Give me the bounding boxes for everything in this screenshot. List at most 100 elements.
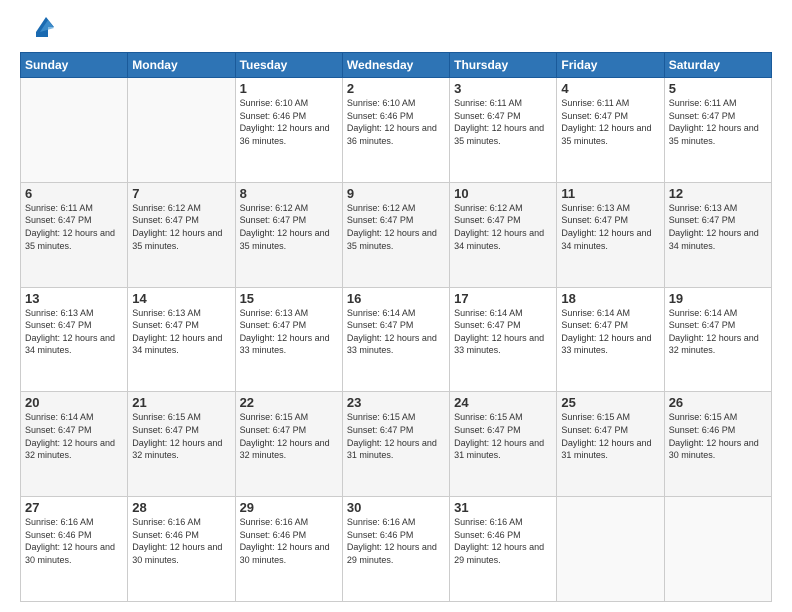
sunset-text: Sunset: 6:46 PM	[347, 110, 445, 123]
sunrise-text: Sunrise: 6:11 AM	[669, 97, 767, 110]
day-info: Sunrise: 6:14 AMSunset: 6:47 PMDaylight:…	[454, 307, 552, 357]
day-number: 8	[240, 186, 338, 201]
sunrise-text: Sunrise: 6:12 AM	[240, 202, 338, 215]
calendar-week-row: 27Sunrise: 6:16 AMSunset: 6:46 PMDayligh…	[21, 497, 772, 602]
calendar-cell: 7Sunrise: 6:12 AMSunset: 6:47 PMDaylight…	[128, 182, 235, 287]
day-number: 28	[132, 500, 230, 515]
sunset-text: Sunset: 6:47 PM	[240, 319, 338, 332]
calendar-cell: 6Sunrise: 6:11 AMSunset: 6:47 PMDaylight…	[21, 182, 128, 287]
day-number: 16	[347, 291, 445, 306]
sunset-text: Sunset: 6:47 PM	[240, 214, 338, 227]
daylight-text: Daylight: 12 hours and 33 minutes.	[561, 332, 659, 357]
calendar-cell: 20Sunrise: 6:14 AMSunset: 6:47 PMDayligh…	[21, 392, 128, 497]
calendar-cell: 2Sunrise: 6:10 AMSunset: 6:46 PMDaylight…	[342, 78, 449, 183]
calendar-cell: 4Sunrise: 6:11 AMSunset: 6:47 PMDaylight…	[557, 78, 664, 183]
day-info: Sunrise: 6:13 AMSunset: 6:47 PMDaylight:…	[669, 202, 767, 252]
daylight-text: Daylight: 12 hours and 30 minutes.	[669, 437, 767, 462]
day-info: Sunrise: 6:15 AMSunset: 6:47 PMDaylight:…	[454, 411, 552, 461]
day-number: 10	[454, 186, 552, 201]
sunrise-text: Sunrise: 6:14 AM	[454, 307, 552, 320]
day-number: 24	[454, 395, 552, 410]
calendar-day-header: Sunday	[21, 53, 128, 78]
day-info: Sunrise: 6:13 AMSunset: 6:47 PMDaylight:…	[132, 307, 230, 357]
daylight-text: Daylight: 12 hours and 33 minutes.	[347, 332, 445, 357]
daylight-text: Daylight: 12 hours and 32 minutes.	[132, 437, 230, 462]
day-info: Sunrise: 6:12 AMSunset: 6:47 PMDaylight:…	[132, 202, 230, 252]
sunset-text: Sunset: 6:47 PM	[25, 319, 123, 332]
daylight-text: Daylight: 12 hours and 35 minutes.	[347, 227, 445, 252]
day-info: Sunrise: 6:12 AMSunset: 6:47 PMDaylight:…	[347, 202, 445, 252]
calendar-week-row: 20Sunrise: 6:14 AMSunset: 6:47 PMDayligh…	[21, 392, 772, 497]
sunset-text: Sunset: 6:47 PM	[561, 214, 659, 227]
day-info: Sunrise: 6:11 AMSunset: 6:47 PMDaylight:…	[454, 97, 552, 147]
day-number: 1	[240, 81, 338, 96]
calendar-cell: 10Sunrise: 6:12 AMSunset: 6:47 PMDayligh…	[450, 182, 557, 287]
sunrise-text: Sunrise: 6:13 AM	[561, 202, 659, 215]
day-info: Sunrise: 6:15 AMSunset: 6:47 PMDaylight:…	[561, 411, 659, 461]
calendar-table: SundayMondayTuesdayWednesdayThursdayFrid…	[20, 52, 772, 602]
day-number: 2	[347, 81, 445, 96]
calendar-cell: 19Sunrise: 6:14 AMSunset: 6:47 PMDayligh…	[664, 287, 771, 392]
sunset-text: Sunset: 6:47 PM	[132, 319, 230, 332]
day-info: Sunrise: 6:12 AMSunset: 6:47 PMDaylight:…	[454, 202, 552, 252]
sunset-text: Sunset: 6:47 PM	[25, 214, 123, 227]
daylight-text: Daylight: 12 hours and 33 minutes.	[240, 332, 338, 357]
sunrise-text: Sunrise: 6:16 AM	[347, 516, 445, 529]
sunrise-text: Sunrise: 6:11 AM	[454, 97, 552, 110]
calendar-cell: 15Sunrise: 6:13 AMSunset: 6:47 PMDayligh…	[235, 287, 342, 392]
day-info: Sunrise: 6:16 AMSunset: 6:46 PMDaylight:…	[25, 516, 123, 566]
day-number: 15	[240, 291, 338, 306]
day-info: Sunrise: 6:13 AMSunset: 6:47 PMDaylight:…	[240, 307, 338, 357]
daylight-text: Daylight: 12 hours and 33 minutes.	[454, 332, 552, 357]
daylight-text: Daylight: 12 hours and 34 minutes.	[25, 332, 123, 357]
daylight-text: Daylight: 12 hours and 32 minutes.	[669, 332, 767, 357]
daylight-text: Daylight: 12 hours and 31 minutes.	[347, 437, 445, 462]
day-number: 22	[240, 395, 338, 410]
day-number: 25	[561, 395, 659, 410]
calendar-cell	[664, 497, 771, 602]
sunrise-text: Sunrise: 6:14 AM	[25, 411, 123, 424]
daylight-text: Daylight: 12 hours and 34 minutes.	[561, 227, 659, 252]
calendar-cell: 1Sunrise: 6:10 AMSunset: 6:46 PMDaylight…	[235, 78, 342, 183]
day-number: 29	[240, 500, 338, 515]
calendar-cell: 11Sunrise: 6:13 AMSunset: 6:47 PMDayligh…	[557, 182, 664, 287]
calendar-cell: 28Sunrise: 6:16 AMSunset: 6:46 PMDayligh…	[128, 497, 235, 602]
calendar-cell: 17Sunrise: 6:14 AMSunset: 6:47 PMDayligh…	[450, 287, 557, 392]
calendar-cell	[557, 497, 664, 602]
sunset-text: Sunset: 6:47 PM	[347, 424, 445, 437]
logo-icon	[26, 12, 56, 42]
day-info: Sunrise: 6:11 AMSunset: 6:47 PMDaylight:…	[669, 97, 767, 147]
sunset-text: Sunset: 6:47 PM	[669, 319, 767, 332]
day-number: 21	[132, 395, 230, 410]
day-number: 30	[347, 500, 445, 515]
sunrise-text: Sunrise: 6:15 AM	[454, 411, 552, 424]
day-number: 27	[25, 500, 123, 515]
calendar-cell: 18Sunrise: 6:14 AMSunset: 6:47 PMDayligh…	[557, 287, 664, 392]
calendar-cell: 3Sunrise: 6:11 AMSunset: 6:47 PMDaylight…	[450, 78, 557, 183]
calendar-day-header: Monday	[128, 53, 235, 78]
sunrise-text: Sunrise: 6:13 AM	[240, 307, 338, 320]
day-info: Sunrise: 6:11 AMSunset: 6:47 PMDaylight:…	[25, 202, 123, 252]
header	[20, 16, 772, 42]
sunset-text: Sunset: 6:47 PM	[561, 110, 659, 123]
daylight-text: Daylight: 12 hours and 35 minutes.	[240, 227, 338, 252]
sunset-text: Sunset: 6:46 PM	[347, 529, 445, 542]
calendar-cell: 13Sunrise: 6:13 AMSunset: 6:47 PMDayligh…	[21, 287, 128, 392]
daylight-text: Daylight: 12 hours and 30 minutes.	[240, 541, 338, 566]
daylight-text: Daylight: 12 hours and 35 minutes.	[454, 122, 552, 147]
sunrise-text: Sunrise: 6:12 AM	[347, 202, 445, 215]
calendar-cell: 8Sunrise: 6:12 AMSunset: 6:47 PMDaylight…	[235, 182, 342, 287]
day-info: Sunrise: 6:16 AMSunset: 6:46 PMDaylight:…	[240, 516, 338, 566]
calendar-cell: 26Sunrise: 6:15 AMSunset: 6:46 PMDayligh…	[664, 392, 771, 497]
day-number: 23	[347, 395, 445, 410]
sunrise-text: Sunrise: 6:13 AM	[669, 202, 767, 215]
sunset-text: Sunset: 6:46 PM	[669, 424, 767, 437]
calendar-cell	[128, 78, 235, 183]
day-info: Sunrise: 6:10 AMSunset: 6:46 PMDaylight:…	[347, 97, 445, 147]
sunrise-text: Sunrise: 6:15 AM	[669, 411, 767, 424]
day-info: Sunrise: 6:14 AMSunset: 6:47 PMDaylight:…	[347, 307, 445, 357]
daylight-text: Daylight: 12 hours and 36 minutes.	[240, 122, 338, 147]
sunset-text: Sunset: 6:47 PM	[240, 424, 338, 437]
sunset-text: Sunset: 6:46 PM	[132, 529, 230, 542]
sunset-text: Sunset: 6:47 PM	[669, 214, 767, 227]
